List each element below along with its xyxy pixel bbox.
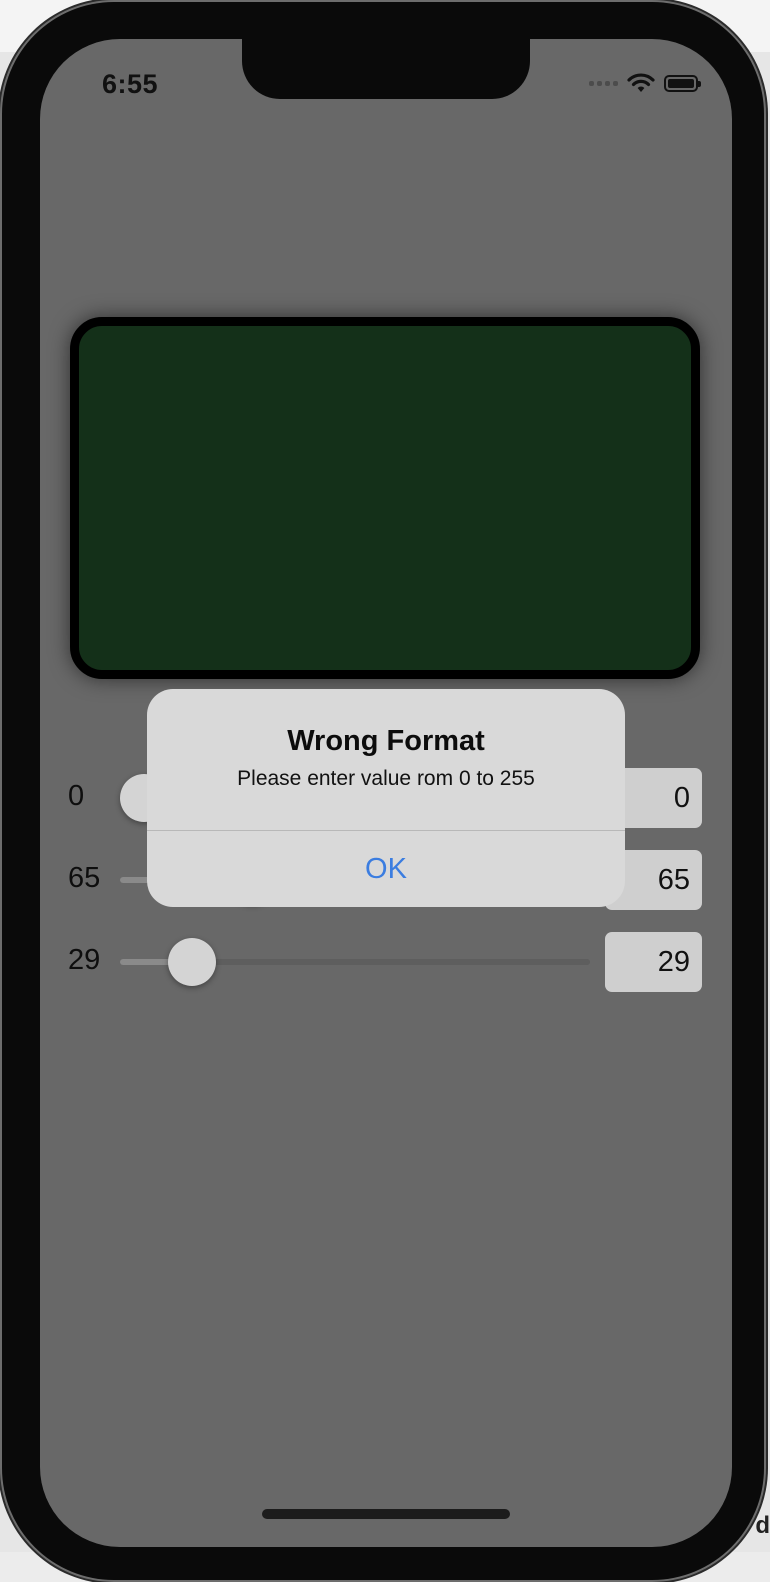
slider-value-label: 0 [68, 780, 85, 812]
color-preview-view [70, 317, 700, 679]
phone-frame: 6:55 0 0 65 65 29 29 Wrong Format Please… [2, 2, 764, 1580]
value-text-field[interactable]: 29 [605, 932, 702, 992]
slider-value-label: 65 [68, 862, 101, 894]
slider-value-label: 29 [68, 944, 101, 976]
edge-text: d [755, 1512, 770, 1539]
status-time: 6:55 [102, 69, 159, 99]
alert-dialog: Wrong Format Please enter value rom 0 to… [147, 689, 625, 907]
status-icons [589, 71, 701, 95]
battery-icon [664, 74, 701, 92]
alert-title: Wrong Format [287, 725, 485, 757]
screen: 6:55 0 0 65 65 29 29 Wrong Format Please… [40, 39, 732, 1547]
notch [242, 39, 530, 99]
ok-button[interactable]: OK [147, 831, 625, 907]
slider-thumb[interactable] [167, 938, 216, 986]
cellular-dots-icon [589, 80, 618, 86]
slider-row-blue: 29 29 [40, 930, 732, 994]
wifi-icon [627, 73, 655, 92]
home-indicator [262, 1509, 510, 1519]
alert-message: Please enter value rom 0 to 255 [237, 767, 535, 790]
